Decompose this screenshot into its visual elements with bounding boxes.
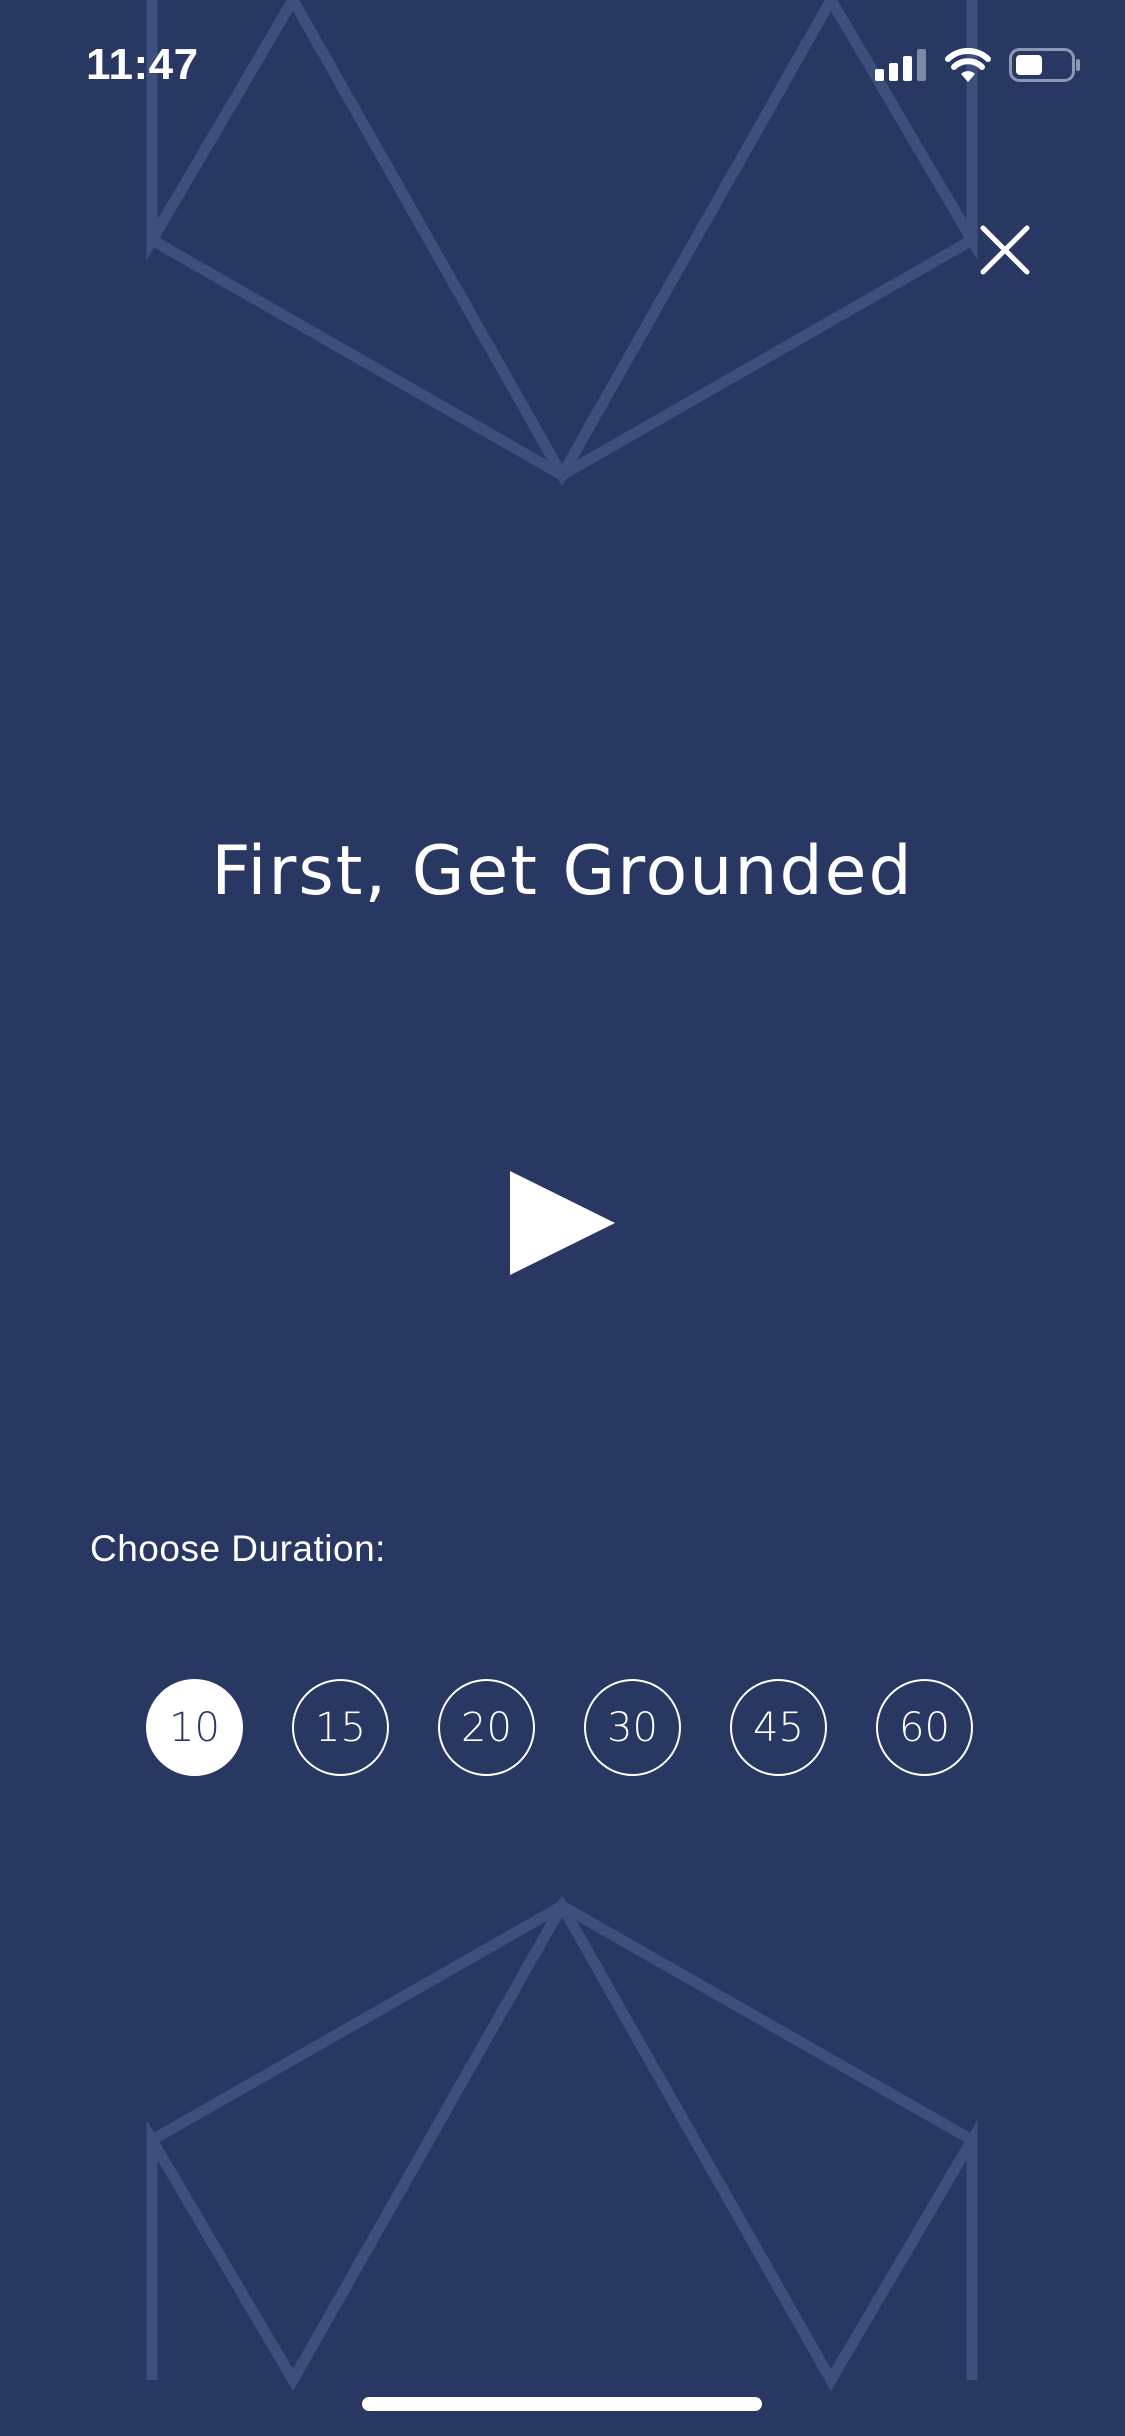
close-button[interactable] [975,220,1035,280]
status-icons [875,48,1081,82]
page-title: First, Get Grounded [211,832,914,911]
duration-options: 10 15 20 30 45 60 [146,1679,973,1776]
duration-label: Choose Duration: [90,1528,386,1569]
play-button[interactable] [505,1168,615,1278]
play-icon [510,1171,615,1275]
duration-option-10[interactable]: 10 [146,1679,243,1776]
status-time: 11:47 [86,40,199,89]
bottom-geometric-pattern [146,1894,978,2391]
home-indicator[interactable] [362,2397,762,2411]
duration-option-45[interactable]: 45 [730,1679,827,1776]
cellular-signal-icon [875,49,926,81]
wifi-icon [945,48,991,82]
duration-option-15[interactable]: 15 [292,1679,389,1776]
status-bar: 11:47 [0,0,1125,140]
duration-option-60[interactable]: 60 [876,1679,973,1776]
duration-option-30[interactable]: 30 [584,1679,681,1776]
screen: 11:47 First, Get Grounded Choose Duratio… [0,0,1125,2436]
close-icon [980,225,1030,275]
duration-option-20[interactable]: 20 [438,1679,535,1776]
battery-icon [1009,48,1080,82]
